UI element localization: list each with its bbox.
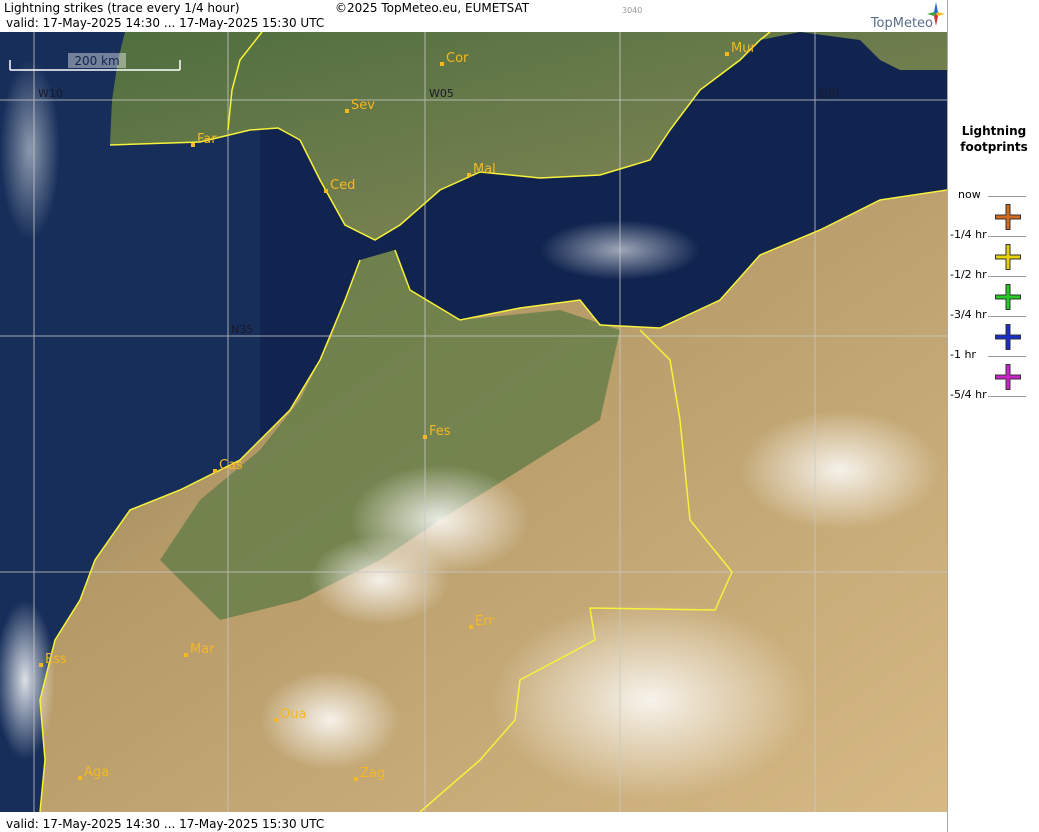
legend-title: Lightning footprints xyxy=(948,123,1039,155)
city-label-oua: Oua xyxy=(280,707,306,722)
copyright: ©2025 TopMeteo.eu, EUMETSAT xyxy=(335,1,530,15)
grid-label-n35: N35 xyxy=(231,323,253,336)
legend-row: -3/4 hr xyxy=(948,308,1039,350)
city-marker xyxy=(423,435,427,439)
legend-divider xyxy=(988,276,1026,277)
city-marker xyxy=(39,663,43,667)
legend-panel: Lightning footprints now -1/4 hr -1/2 hr -3… xyxy=(947,0,1039,832)
legend-divider xyxy=(988,356,1026,357)
legend-label: now xyxy=(958,188,981,201)
legend-row: now xyxy=(948,188,1039,230)
city-marker xyxy=(324,189,328,193)
city-label-mal: Mal xyxy=(473,162,496,177)
city-marker xyxy=(469,625,473,629)
satellite-map[interactable]: 200 km W10 W05 E00 N35 Cor Mur Sev Far Mal Ce… xyxy=(0,32,947,812)
city-marker xyxy=(345,109,349,113)
legend-label: -5/4 hr xyxy=(950,388,987,401)
city-label-fes: Fes xyxy=(429,424,451,439)
city-label-zag: Zag xyxy=(360,766,385,781)
cloud xyxy=(490,600,810,800)
city-label-aga: Aga xyxy=(84,765,109,780)
valid-time: valid: 17-May-2025 14:30 ... 17-May-2025… xyxy=(6,16,325,30)
cloud xyxy=(740,410,940,530)
topmeteo-logo[interactable]: TopMeteo xyxy=(855,2,947,32)
city-label-sev: Sev xyxy=(351,98,375,113)
city-marker xyxy=(354,777,358,781)
city-marker xyxy=(467,173,471,177)
city-marker xyxy=(725,52,729,56)
legend-divider xyxy=(988,396,1026,397)
map-title: Lightning strikes (trace every 1/4 hour) xyxy=(4,1,240,15)
frame-id: 3040 xyxy=(622,6,643,15)
grid-label-w05: W05 xyxy=(429,87,454,100)
city-label-mur: Mur xyxy=(731,41,756,56)
city-label-err: Err xyxy=(475,614,494,629)
cloud xyxy=(310,535,450,625)
legend-row: -1/4 hr xyxy=(948,228,1039,270)
grid-label-w10: W10 xyxy=(38,87,63,100)
logo-text: TopMeteo xyxy=(870,16,933,31)
city-label-ced: Ced xyxy=(330,178,355,193)
city-marker xyxy=(213,469,217,473)
city-label-far: Far xyxy=(197,132,217,147)
footer-valid-time: valid: 17-May-2025 14:30 ... 17-May-2025… xyxy=(6,817,325,831)
legend-title-line1: Lightning xyxy=(961,124,1027,138)
city-label-mar: Mar xyxy=(190,642,215,657)
legend-label: -3/4 hr xyxy=(950,308,987,321)
city-label-cas: Cas xyxy=(219,458,243,473)
legend-label: -1/4 hr xyxy=(950,228,987,241)
city-label-cor: Cor xyxy=(446,51,469,66)
legend-row: -1 hr xyxy=(948,348,1039,390)
footer: valid: 17-May-2025 14:30 ... 17-May-2025… xyxy=(0,816,947,832)
city-marker xyxy=(78,776,82,780)
map-canvas: 200 km W10 W05 E00 N35 Cor Mur Sev Far Mal Ce… xyxy=(0,32,947,812)
legend-label: -1 hr xyxy=(950,348,976,361)
legend-row: -5/4 hr xyxy=(948,388,1039,428)
city-marker xyxy=(274,718,278,722)
legend-divider xyxy=(988,236,1026,237)
city-label-ess: Ess xyxy=(45,652,67,667)
city-marker xyxy=(191,143,195,147)
scale-label: 200 km xyxy=(74,54,119,68)
legend-label: -1/2 hr xyxy=(950,268,987,281)
grid-label-e00: E00 xyxy=(818,87,839,100)
city-marker xyxy=(184,653,188,657)
legend-divider xyxy=(988,316,1026,317)
header: Lightning strikes (trace every 1/4 hour)… xyxy=(0,0,947,32)
legend-title-line2: footprints xyxy=(960,140,1028,154)
city-marker xyxy=(440,62,444,66)
legend-row: -1/2 hr xyxy=(948,268,1039,310)
legend-divider xyxy=(988,196,1026,197)
